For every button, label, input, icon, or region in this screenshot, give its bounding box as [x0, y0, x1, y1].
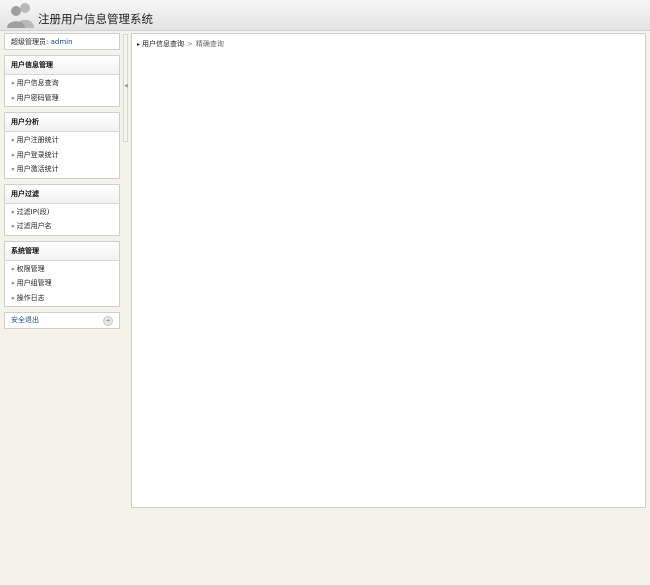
menu-item-login-stats[interactable]: » 用户登录统计 — [5, 148, 119, 163]
menu-list: » 用户信息查询 » 用户密码管理 — [5, 75, 119, 106]
sidebar-collapse-toggle[interactable]: ◀ — [123, 34, 128, 142]
double-chevron-icon: » — [11, 166, 15, 173]
section-user-info: 用户信息管理 » 用户信息查询 » 用户密码管理 — [4, 55, 120, 107]
double-chevron-icon: » — [11, 280, 15, 287]
menu-item-filter-username[interactable]: » 过滤用户名 — [5, 219, 119, 234]
breadcrumb-marker-icon: ▸ — [137, 41, 141, 48]
admin-info: 超级管理员: admin — [4, 33, 120, 50]
menu-item-password-manage[interactable]: » 用户密码管理 — [5, 91, 119, 106]
menu-item-label: 权限管理 — [16, 264, 45, 273]
admin-name: admin — [50, 38, 73, 46]
admin-label: 超级管理员: — [11, 38, 49, 46]
double-chevron-icon: » — [11, 208, 15, 216]
breadcrumb-separator: > — [187, 40, 193, 48]
menu-item-register-stats[interactable]: » 用户注册统计 — [5, 133, 119, 148]
menu-item-label: 用户组管理 — [16, 279, 52, 287]
section-system-manage: 系统管理 » 权限管理 » 用户组管理 » 操作日志 — [4, 240, 120, 307]
double-chevron-icon: » — [11, 223, 15, 230]
menu-item-label: 用户密码管理 — [16, 93, 59, 102]
menu-item-label: 用户信息查询 — [16, 79, 59, 87]
menu-item-user-groups[interactable]: » 用户组管理 — [5, 276, 119, 291]
section-user-filter: 用户过滤 » 过滤IP(段) » 过滤用户名 — [4, 183, 120, 236]
double-chevron-icon: » — [11, 265, 15, 273]
menu-item-filter-ip[interactable]: » 过滤IP(段) — [5, 205, 119, 220]
double-chevron-icon: » — [11, 137, 15, 144]
section-title[interactable]: 用户过滤 — [5, 184, 119, 204]
menu-item-label: 过滤IP(段) — [16, 207, 50, 216]
logout-label: 安全退出 — [11, 316, 39, 324]
section-title[interactable]: 用户信息管理 — [5, 56, 119, 75]
arrow-right-icon: ➜ — [103, 316, 113, 326]
menu-list: » 权限管理 » 用户组管理 » 操作日志 — [5, 261, 119, 307]
section-title[interactable]: 系统管理 — [5, 241, 119, 261]
double-chevron-icon: » — [11, 80, 15, 87]
menu-item-label: 操作日志 — [16, 293, 45, 302]
breadcrumb-current: 精确查询 — [195, 40, 224, 48]
double-chevron-icon: » — [11, 94, 15, 102]
section-user-analysis: 用户分析 » 用户注册统计 » 用户登录统计 » 用户激活统计 — [4, 112, 120, 179]
menu-item-permissions[interactable]: » 权限管理 — [5, 262, 119, 277]
menu-item-user-info-query[interactable]: » 用户信息查询 — [5, 76, 119, 91]
double-chevron-icon: » — [11, 294, 15, 302]
main-content: ▸ 用户信息查询 > 精确查询 — [131, 33, 646, 508]
users-icon — [7, 3, 34, 28]
logout-button[interactable]: 安全退出 ➜ — [4, 312, 120, 329]
app-title: 注册用户信息管理系统 — [38, 12, 153, 26]
breadcrumb-parent[interactable]: 用户信息查询 — [142, 40, 184, 48]
menu-item-label: 用户注册统计 — [16, 136, 59, 144]
section-title[interactable]: 用户分析 — [5, 113, 119, 132]
menu-list: » 用户注册统计 » 用户登录统计 » 用户激活统计 — [5, 132, 119, 178]
collapse-arrow-icon: ◀ — [124, 83, 128, 89]
sidebar: 超级管理员: admin 用户信息管理 » 用户信息查询 » 用户密码管理 用户分析… — [4, 33, 120, 334]
menu-item-activation-stats[interactable]: » 用户激活统计 — [5, 162, 119, 177]
menu-item-label: 用户激活统计 — [16, 165, 59, 173]
menu-list: » 过滤IP(段) » 过滤用户名 — [5, 204, 119, 235]
menu-item-label: 用户登录统计 — [16, 150, 59, 159]
breadcrumb: ▸ 用户信息查询 > 精确查询 — [137, 39, 224, 49]
menu-item-operation-log[interactable]: » 操作日志 — [5, 291, 119, 306]
app-header: 注册用户信息管理系统 — [0, 0, 650, 31]
menu-item-label: 过滤用户名 — [16, 222, 52, 230]
double-chevron-icon: » — [11, 151, 15, 159]
